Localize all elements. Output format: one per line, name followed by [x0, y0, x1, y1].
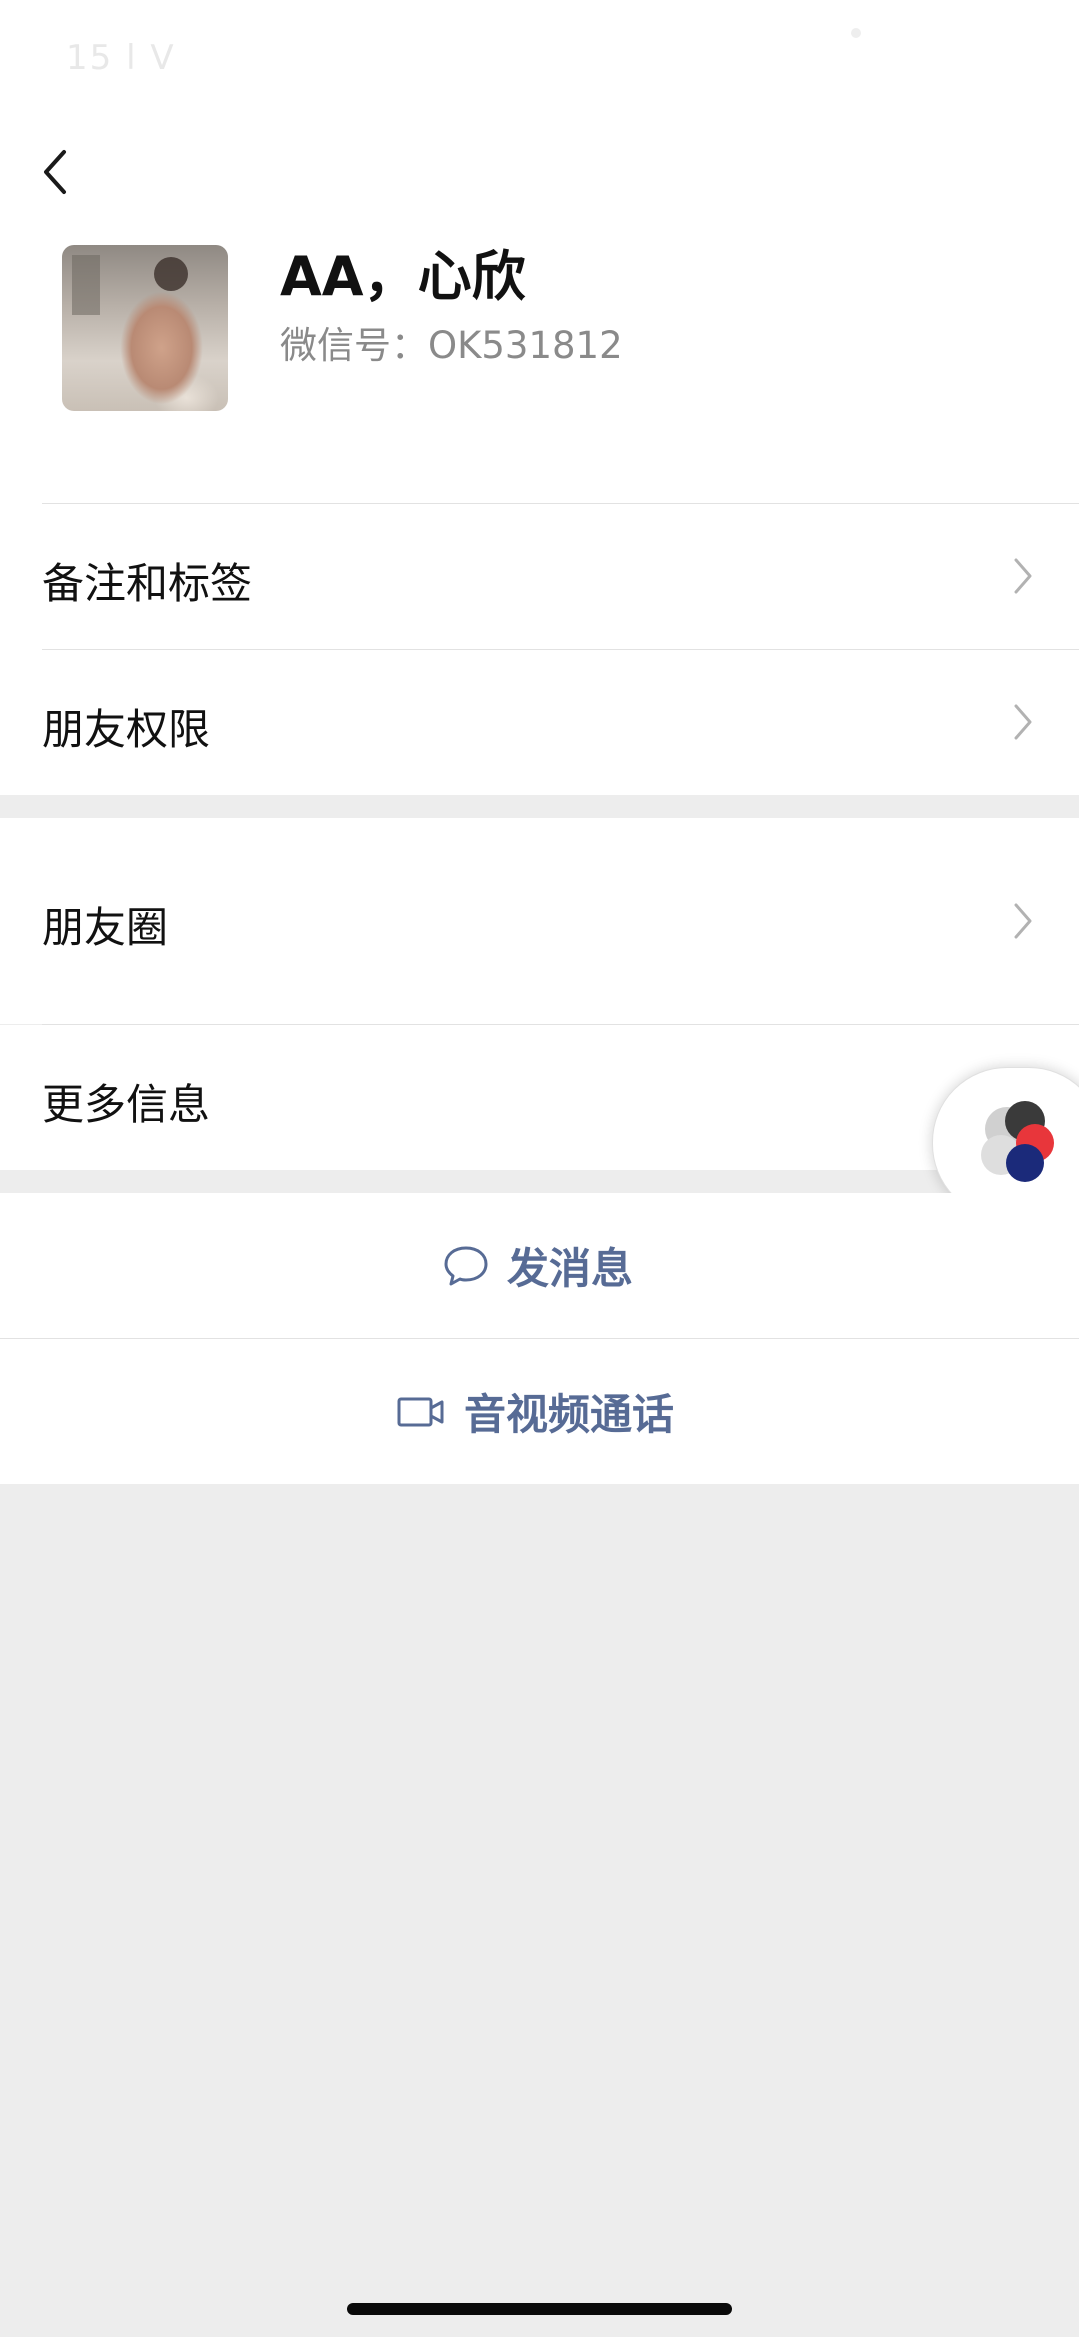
video-camera-icon: [397, 1397, 444, 1426]
menu-item-label: 备注和标签: [42, 559, 253, 608]
home-indicator[interactable]: [347, 2303, 732, 2315]
back-button[interactable]: [30, 140, 90, 200]
menu-item-more-info[interactable]: 更多信息: [0, 1025, 1079, 1170]
floating-window-icon: [981, 1101, 1054, 1182]
menu-item-moments[interactable]: 朋友圈: [0, 818, 1079, 1024]
contact-name: AA，心欣: [280, 245, 526, 308]
menu-item-label: 朋友圈: [42, 903, 169, 952]
avatar-photo-detail: [72, 255, 100, 315]
menu-item-friend-permissions[interactable]: 朋友权限: [0, 650, 1079, 795]
send-message-label: 发消息: [507, 1244, 634, 1293]
wechat-id-value: OK531812: [428, 324, 623, 367]
chat-bubble-icon: [444, 1246, 488, 1285]
chevron-right-icon: [1014, 558, 1032, 594]
status-bar: 15 l V: [0, 0, 1079, 120]
avatar[interactable]: [62, 245, 228, 411]
wechat-id-label: 微信号：: [280, 324, 428, 367]
status-indicator: [851, 28, 861, 38]
chevron-right-icon: [1014, 903, 1032, 939]
av-call-button[interactable]: 音视频通话: [0, 1339, 1079, 1484]
menu-item-label: 更多信息: [42, 1080, 211, 1129]
av-call-label: 音视频通话: [464, 1390, 675, 1439]
chevron-right-icon: [1014, 704, 1032, 740]
status-time: 15 l V: [66, 38, 176, 78]
wechat-id: 微信号：OK531812: [280, 315, 623, 369]
avatar-photo-detail: [154, 257, 188, 291]
chevron-left-icon: [44, 150, 66, 194]
menu-item-label: 朋友权限: [42, 705, 211, 754]
send-message-button[interactable]: 发消息: [0, 1193, 1079, 1338]
menu-item-remarks-tags[interactable]: 备注和标签: [0, 504, 1079, 649]
